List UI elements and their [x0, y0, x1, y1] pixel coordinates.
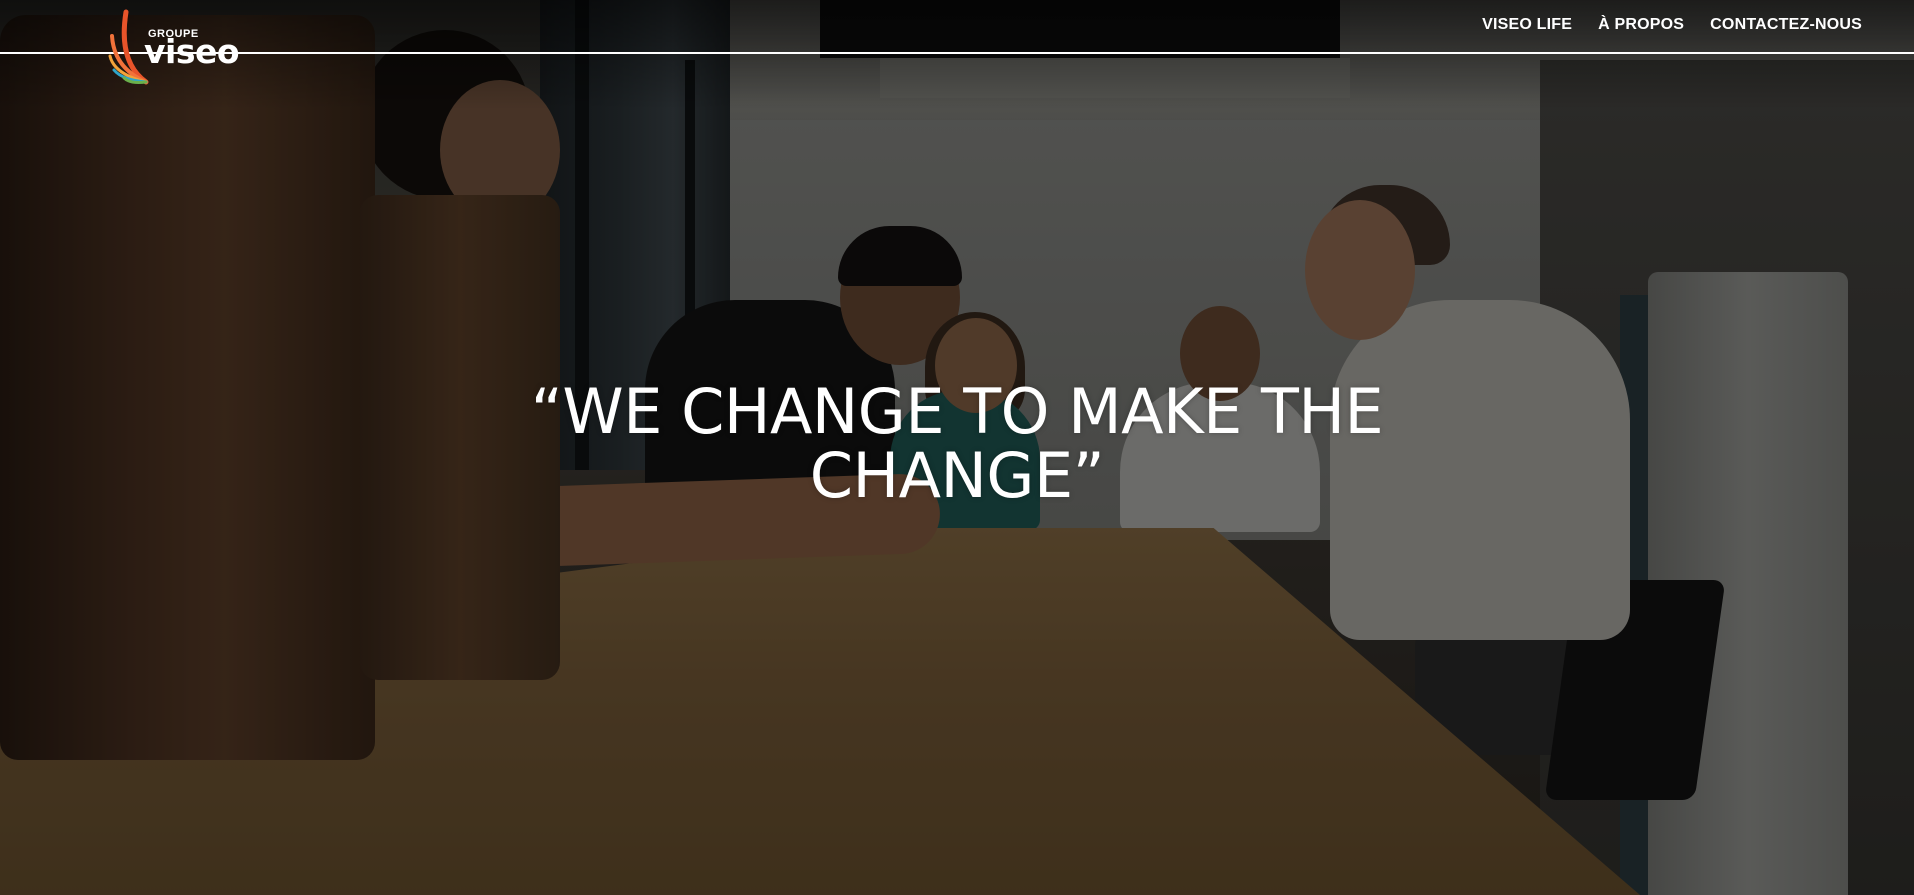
nav-link-contactez-nous[interactable]: CONTACTEZ-NOUS	[1710, 14, 1862, 36]
logo-viseo-text: viseo	[144, 32, 240, 71]
main-navigation: VISEO LIFE À PROPOS CONTACTEZ-NOUS	[1482, 14, 1862, 36]
hero-quote-headline: “WE CHANGE TO MAKE THE CHANGE”	[530, 375, 1384, 512]
site-logo[interactable]: GROUPE viseo	[108, 6, 268, 86]
nav-link-viseo-life[interactable]: VISEO LIFE	[1482, 14, 1572, 36]
header-divider-line	[0, 52, 1914, 54]
nav-link-a-propos[interactable]: À PROPOS	[1598, 14, 1684, 36]
